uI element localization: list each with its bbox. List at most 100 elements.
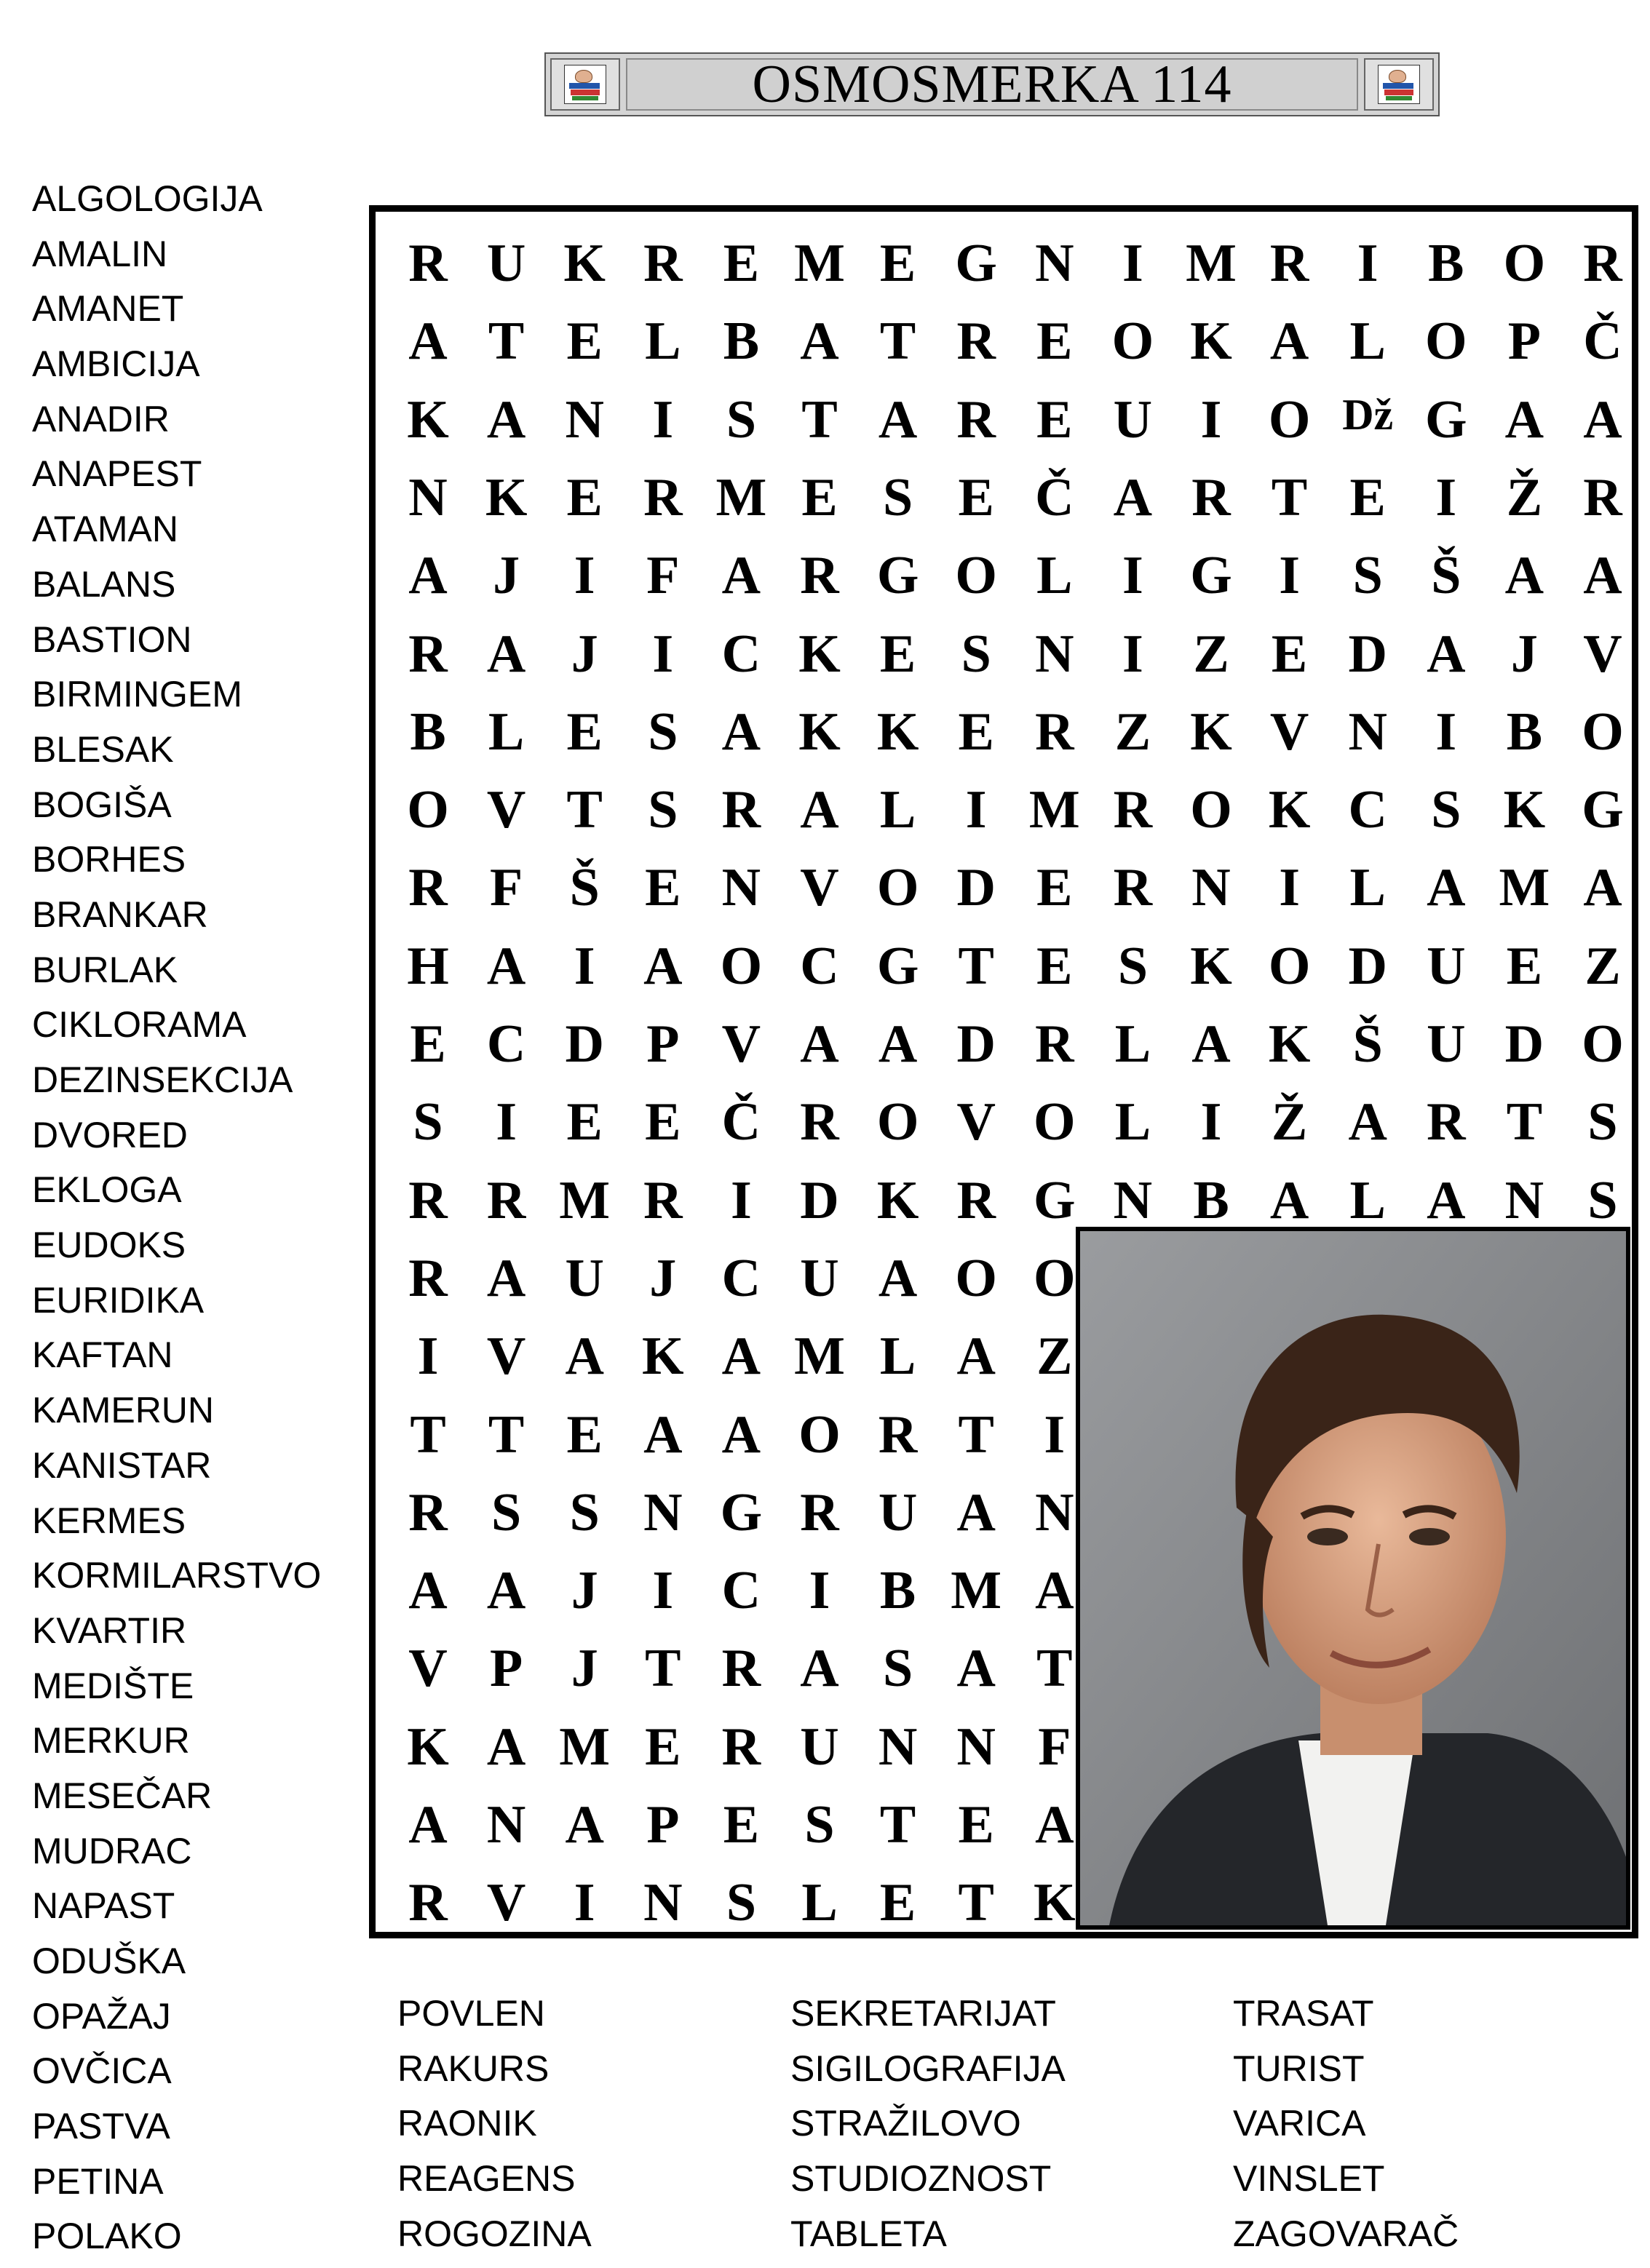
grid-letter: S	[726, 389, 756, 450]
grid-letter: K	[1503, 780, 1546, 840]
grid-letter: M	[794, 234, 845, 293]
grid-letter: O	[1268, 389, 1311, 450]
grid-letter: R	[956, 311, 996, 372]
word-list-item: DEZINSEKCIJA	[32, 1059, 293, 1100]
grid-letter: M	[1499, 858, 1550, 918]
grid-letter: I	[574, 546, 595, 606]
grid-letter: R	[486, 1170, 526, 1230]
grid-letter: S	[1587, 1170, 1618, 1230]
grid-letter: O	[1582, 1014, 1624, 1074]
grid-letter: O	[798, 1404, 841, 1465]
grid-letter: D	[1348, 936, 1387, 996]
grid-letter: P	[489, 1639, 523, 1699]
word-list-item: VARICA	[1233, 2103, 1366, 2144]
word-list-item: REAGENS	[397, 2158, 576, 2200]
grid-letter: N	[721, 858, 761, 918]
grid-letter: A	[643, 1404, 683, 1465]
grid-letter: S	[726, 1873, 756, 1933]
grid-letter: A	[956, 1482, 996, 1543]
grid-letter: O	[1111, 311, 1154, 372]
grid-letter: L	[488, 701, 525, 762]
grid-letter: Ž	[1271, 1092, 1308, 1153]
word-list-item: TABLETA	[790, 2213, 947, 2254]
grid-letter: R	[1427, 1092, 1466, 1153]
grid-letter: R	[800, 546, 839, 606]
grid-letter: U	[1427, 1014, 1466, 1074]
grid-letter: U	[486, 234, 526, 293]
grid-letter: A	[721, 546, 761, 606]
grid-letter: E	[645, 858, 681, 918]
grid-letter: S	[1431, 780, 1461, 840]
grid-letter: K	[1268, 780, 1311, 840]
grid-letter: A	[956, 1326, 996, 1387]
grid-letter: E	[1506, 936, 1543, 996]
grid-letter: C	[1348, 780, 1387, 840]
grid-letter: A	[1191, 1014, 1231, 1074]
grid-letter: L	[879, 780, 916, 840]
grid-letter: O	[720, 936, 763, 996]
grid-letter: A	[721, 1404, 761, 1465]
grid-letter: A	[486, 389, 526, 450]
grid-letter: N	[565, 389, 604, 450]
grid-letter: G	[876, 546, 919, 606]
grid-letter: R	[643, 467, 683, 528]
grid-letter: A	[486, 1716, 526, 1777]
grid-letter: I	[574, 1873, 595, 1933]
grid-letter: C	[800, 936, 839, 996]
grid-letter: O	[1582, 701, 1624, 762]
grid-letter: M	[951, 1561, 1002, 1621]
grid-letter: B	[1193, 1170, 1229, 1230]
grid-letter: E	[1036, 389, 1073, 450]
grid-letter: A	[721, 1326, 761, 1387]
word-list-item: KVARTIR	[32, 1610, 187, 1651]
word-list-item: ANAPEST	[32, 453, 202, 495]
grid-letter: A	[1427, 624, 1466, 684]
word-list-item: MERKUR	[32, 1720, 190, 1762]
grid-letter: T	[879, 1795, 916, 1855]
word-list-left: ALGOLOGIJA AMALIN AMANET AMBICIJA ANADIR ANAP…	[32, 172, 367, 2264]
word-list-item: EUDOKS	[32, 1225, 186, 1266]
grid-letter: N	[1035, 234, 1074, 293]
grid-letter: A	[1427, 1170, 1466, 1230]
word-list-item: BIRMINGEM	[32, 674, 242, 715]
grid-letter: B	[1428, 234, 1464, 293]
grid-letter: A	[956, 1639, 996, 1699]
word-list-item: STRAŽILOVO	[790, 2103, 1021, 2144]
grid-letter: K	[1190, 701, 1232, 762]
grid-letter: U	[1113, 389, 1153, 450]
grid-letter: A	[486, 1248, 526, 1308]
grid-letter: E	[410, 1014, 446, 1074]
grid-letter: E	[1036, 936, 1073, 996]
grid-letter: V	[956, 1092, 996, 1153]
grid-letter: I	[1279, 858, 1300, 918]
grid-letter: N	[1035, 624, 1074, 684]
grid-letter: E	[801, 467, 838, 528]
grid-letter: O	[876, 1092, 919, 1153]
grid-letter: K	[407, 1716, 449, 1777]
grid-letter: I	[1435, 467, 1457, 528]
grid-letter: I	[809, 1561, 830, 1621]
grid-letter: K	[798, 701, 841, 762]
word-list-item: SEKRETARIJAT	[790, 1993, 1056, 2034]
grid-letter: U	[800, 1716, 839, 1777]
grid-letter: M	[1028, 780, 1080, 840]
grid-letter: R	[1191, 467, 1231, 528]
grid-letter: V	[486, 1873, 526, 1933]
grid-letter: D	[956, 1014, 996, 1074]
grid-letter: A	[1583, 858, 1622, 918]
grid-letter: A	[1348, 1092, 1387, 1153]
grid-letter: A	[800, 1639, 839, 1699]
grid-letter: U	[800, 1248, 839, 1308]
grid-letter: N	[878, 1716, 918, 1777]
title-banner: OSMOSMERKA 114	[544, 52, 1440, 116]
grid-letter: P	[1507, 311, 1541, 372]
grid-letter: M	[715, 467, 767, 528]
grid-letter: L	[879, 1326, 916, 1387]
grid-letter: N	[956, 1716, 996, 1777]
word-list-item: MEDIŠTE	[32, 1665, 194, 1706]
grid-letter: P	[646, 1795, 680, 1855]
grid-letter: R	[1583, 234, 1622, 293]
grid-letter: Č	[1035, 467, 1074, 528]
word-list-item: AMBICIJA	[32, 343, 200, 385]
grid-letter: I	[1435, 701, 1457, 762]
